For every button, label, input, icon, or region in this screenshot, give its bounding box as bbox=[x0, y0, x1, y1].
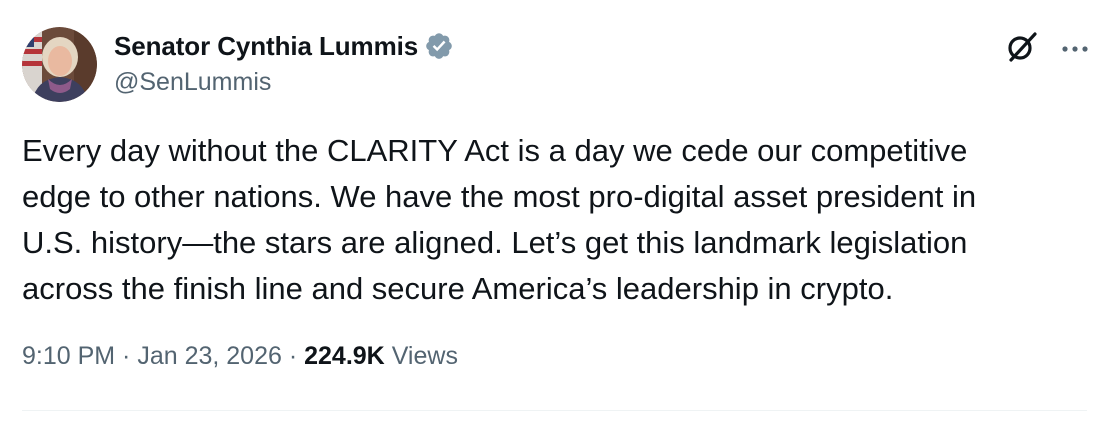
display-name[interactable]: Senator Cynthia Lummis bbox=[114, 31, 418, 62]
grok-icon[interactable] bbox=[1005, 30, 1039, 69]
author-handle[interactable]: @SenLummis bbox=[114, 68, 454, 97]
views-label: Views bbox=[391, 342, 458, 370]
tweet-meta: 9:10 PM · Jan 23, 2026 · 224.9K Views bbox=[22, 342, 458, 371]
meta-separator: · bbox=[281, 342, 305, 370]
tweet-text: Every day without the CLARITY Act is a d… bbox=[22, 133, 977, 306]
top-actions bbox=[1005, 30, 1089, 69]
avatar-image bbox=[22, 27, 97, 102]
divider bbox=[22, 410, 1087, 411]
more-options-icon[interactable] bbox=[1061, 41, 1089, 59]
tweet-card: Senator Cynthia Lummis @SenLummis Every … bbox=[0, 0, 1119, 422]
views-spacer bbox=[385, 342, 392, 371]
meta-separator: · bbox=[115, 342, 138, 370]
tweet-time[interactable]: 9:10 PM bbox=[22, 342, 115, 371]
avatar[interactable] bbox=[22, 27, 97, 102]
name-row: Senator Cynthia Lummis bbox=[114, 28, 454, 64]
tweet-date[interactable]: Jan 23, 2026 bbox=[137, 342, 282, 371]
author-block: Senator Cynthia Lummis @SenLummis bbox=[114, 28, 454, 97]
views-count: 224.9K bbox=[304, 342, 385, 370]
verified-badge-icon[interactable] bbox=[424, 31, 454, 61]
